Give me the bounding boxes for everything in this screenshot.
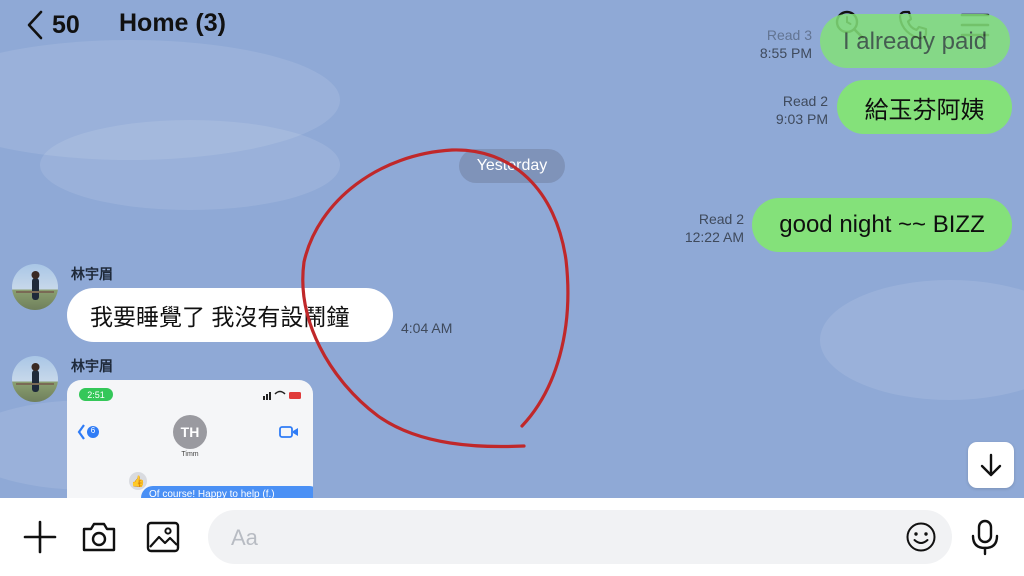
outgoing-message-bubble[interactable]: good night ~~ BIZZ — [752, 198, 1012, 252]
scroll-to-bottom-button[interactable] — [968, 442, 1014, 488]
read-receipt: Read 2 9:03 PM — [775, 93, 828, 127]
chat-title: Home (3) — [119, 9, 226, 37]
microphone-icon[interactable] — [966, 518, 1004, 556]
contact-avatar: TH — [173, 415, 207, 449]
outgoing-message-bubble[interactable]: I already paid — [820, 14, 1010, 68]
message-composer: Aa — [0, 498, 1024, 576]
unread-count: 50 — [52, 10, 80, 39]
avatar[interactable] — [12, 356, 58, 402]
message-snippet: Of course! Happy to help (f.) — [141, 486, 313, 498]
read-receipt: Read 2 12:22 AM — [684, 211, 744, 245]
back-button[interactable]: 50 — [26, 8, 86, 42]
status-icons — [263, 390, 301, 400]
arrow-down-icon — [980, 453, 1002, 477]
contact-name: Timm — [181, 451, 199, 458]
person-photo — [16, 363, 54, 392]
status-time: 2:51 — [79, 388, 113, 401]
incoming-message-bubble[interactable]: 我要睡覺了 我沒有設鬧鐘 — [67, 288, 393, 342]
message-input-placeholder: Aa — [231, 525, 258, 550]
chevron-left-icon — [27, 10, 43, 40]
outgoing-message-bubble[interactable]: 給玉芬阿姨 — [837, 80, 1012, 134]
message-time: 4:04 AM — [401, 320, 453, 336]
camera-icon[interactable] — [80, 518, 118, 556]
message-input[interactable]: Aa — [208, 510, 952, 564]
thumbs-up-icon: 👍 — [129, 472, 147, 490]
plus-icon[interactable] — [21, 518, 59, 556]
background-cloud — [40, 120, 340, 210]
video-icon — [279, 426, 298, 438]
message-time: 8:55 PM — [759, 45, 812, 61]
image-message[interactable]: 2:51 6 TH Timm 👍 Of course! Happy to hel… — [67, 380, 313, 498]
date-divider: Yesterday — [459, 149, 565, 183]
background-cloud — [820, 280, 1024, 400]
image-icon[interactable] — [144, 518, 182, 556]
sender-name: 林宇眉 — [71, 358, 113, 374]
back-badge: 6 — [90, 426, 96, 435]
sender-name: 林宇眉 — [71, 266, 113, 282]
read-receipt: Read 3 — [766, 27, 812, 43]
person-photo — [16, 271, 54, 300]
emoji-icon[interactable] — [905, 521, 937, 553]
avatar[interactable] — [12, 264, 58, 310]
chat-area[interactable]: 50 Home (3) Read 3 8:55 PM I already pai… — [0, 0, 1024, 498]
